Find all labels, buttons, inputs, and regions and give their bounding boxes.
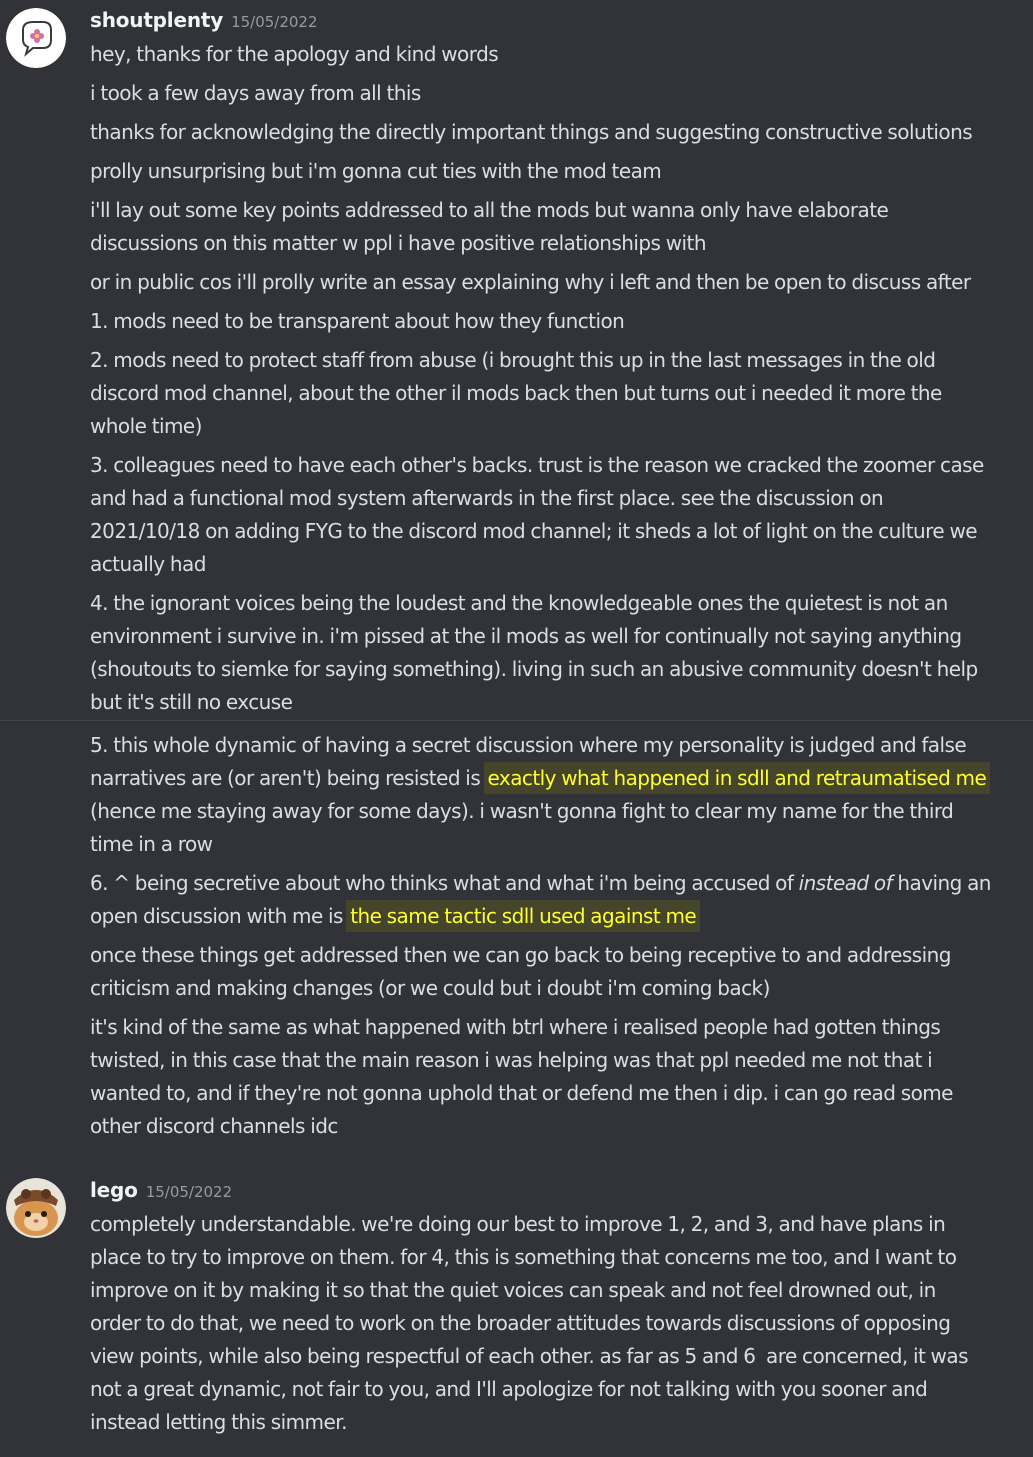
message-line-with-highlight: narratives are (or aren't) being resiste… (90, 762, 1025, 795)
message-line: 1. mods need to be transparent about how… (90, 309, 625, 333)
timestamp: 15/05/2022 (231, 13, 318, 31)
highlighted-text: the same tactic sdll used against me (346, 900, 701, 932)
message-line: prolly unsurprising but i'm gonna cut ti… (90, 159, 662, 183)
line-text: having an (892, 871, 991, 895)
message-line: discussions on this matter w ppl i have … (90, 231, 707, 255)
message-line: place to try to improve on them. for 4, … (90, 1245, 957, 1269)
line-text: open discussion with me is (90, 904, 349, 928)
message-line: other discord channels idc (90, 1114, 338, 1138)
message-header: shoutplenty 15/05/2022 (90, 8, 318, 32)
message-line-with-emphasis: 6. ^ being secretive about who thinks wh… (90, 867, 1025, 900)
message-line: 5. this whole dynamic of having a secret… (90, 733, 967, 757)
message-line: not a great dynamic, not fair to you, an… (90, 1377, 928, 1401)
line-text: 6. ^ being secretive about who thinks wh… (90, 871, 799, 895)
message-divider (0, 720, 1033, 721)
highlighted-text: exactly what happened in sdll and retrau… (483, 762, 991, 794)
message-line: twisted, in this case that the main reas… (90, 1048, 933, 1072)
message-line: but it's still no excuse (90, 690, 293, 714)
message-line: actually had (90, 552, 206, 576)
message-line: whole time) (90, 414, 202, 438)
message-line: 2. mods need to protect staff from abuse… (90, 348, 936, 372)
message-line: hey, thanks for the apology and kind wor… (90, 42, 499, 66)
username[interactable]: shoutplenty (90, 8, 223, 32)
message-header: lego 15/05/2022 (90, 1178, 232, 1202)
message-line: 3. colleagues need to have each other's … (90, 453, 984, 477)
message-line: i'll lay out some key points addressed t… (90, 198, 889, 222)
line-text: narratives are (or aren't) being resiste… (90, 766, 486, 790)
message-line: and had a functional mod system afterwar… (90, 486, 884, 510)
message-line: (shoutouts to siemke for saying somethin… (90, 657, 978, 681)
emphasized-text: instead of (798, 871, 893, 895)
message-line: discord mod channel, about the other il … (90, 381, 942, 405)
message-line: wanted to, and if they're not gonna upho… (90, 1081, 954, 1105)
timestamp: 15/05/2022 (145, 1183, 233, 1201)
message-line: instead letting this simmer. (90, 1410, 347, 1434)
message-line: i took a few days away from all this (90, 81, 421, 105)
message-line: or in public cos i'll prolly write an es… (90, 270, 971, 294)
flower-speech-bubble-icon (6, 8, 66, 68)
message-line: environment i survive in. i'm pissed at … (90, 624, 962, 648)
user-avatar[interactable] (6, 1178, 66, 1238)
user-avatar[interactable] (6, 8, 66, 68)
message-line: it's kind of the same as what happened w… (90, 1015, 941, 1039)
message-line: 4. the ignorant voices being the loudest… (90, 591, 948, 615)
message-line: criticism and making changes (or we coul… (90, 976, 770, 1000)
message-line: completely understandable. we're doing o… (90, 1212, 946, 1236)
message-line: once these things get addressed then we … (90, 943, 951, 967)
message-line: thanks for acknowledging the directly im… (90, 120, 973, 144)
message-line: improve on it by making it so that the q… (90, 1278, 936, 1302)
username[interactable]: lego (90, 1178, 138, 1202)
message-line: time in a row (90, 832, 213, 856)
message-line: 2021/10/18 on adding FYG to the discord … (90, 519, 978, 543)
cat-with-hat-icon (6, 1178, 66, 1238)
message-line-with-highlight: open discussion with me is the same tact… (90, 900, 1025, 933)
message-line: order to do that, we need to work on the… (90, 1311, 951, 1335)
message-line: (hence me staying away for some days). i… (90, 799, 954, 823)
message-line: view points, while also being respectful… (90, 1344, 969, 1368)
